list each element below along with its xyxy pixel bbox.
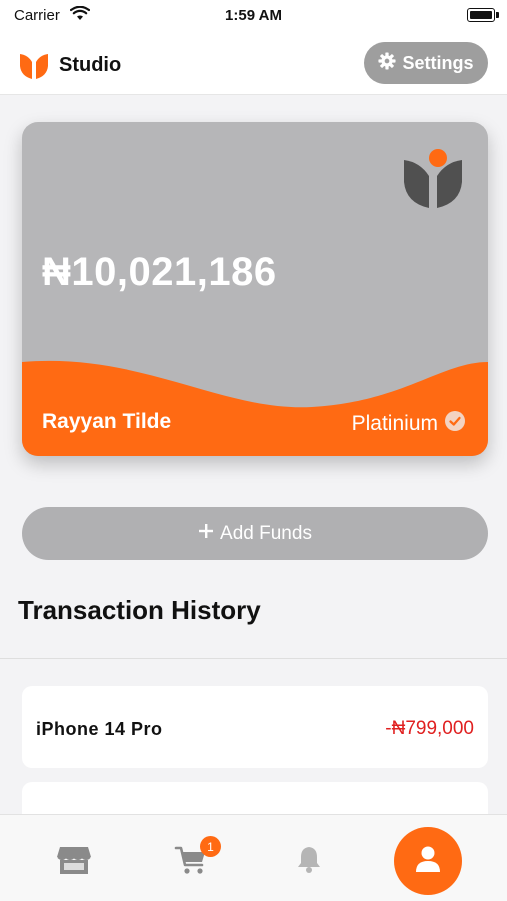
clock: 1:59 AM <box>225 7 282 24</box>
balance-amount: ₦10,021,186 <box>42 250 277 294</box>
transaction-row[interactable]: iPhone 14 Pro -₦799,000 <box>22 686 488 768</box>
tulip-logo-icon <box>18 50 50 85</box>
add-funds-button[interactable]: Add Funds <box>22 507 488 560</box>
battery-icon <box>467 8 499 22</box>
cart-badge: 1 <box>200 836 221 857</box>
tab-notifications[interactable] <box>275 815 345 901</box>
tulip-logo-icon <box>404 148 462 215</box>
transaction-amount: -₦799,000 <box>385 718 474 739</box>
settings-label: Settings <box>402 52 474 73</box>
status-bar: Carrier 1:59 AM <box>0 0 507 30</box>
plus-icon <box>198 523 214 545</box>
tab-profile[interactable] <box>394 827 462 895</box>
card-holder-name: Rayyan Tilde <box>42 410 172 433</box>
user-icon <box>415 845 441 878</box>
verified-check-icon <box>444 410 466 438</box>
tab-cart[interactable]: 1 <box>160 815 230 901</box>
divider <box>0 658 507 659</box>
tab-store[interactable] <box>40 815 110 901</box>
gear-icon <box>378 51 397 75</box>
app-header: Studio Settings <box>0 30 507 95</box>
transaction-name: iPhone 14 Pro <box>36 719 163 739</box>
card-tier: Platinium <box>352 410 466 438</box>
bell-icon <box>296 845 322 878</box>
app-title: Studio <box>59 54 122 76</box>
store-icon <box>56 845 92 880</box>
card-wave <box>22 360 488 456</box>
balance-card[interactable]: ₦10,021,186 Rayyan Tilde Platinium <box>22 122 488 456</box>
add-funds-label: Add Funds <box>220 522 312 544</box>
tier-label: Platinium <box>351 412 438 435</box>
transaction-history-title: Transaction History <box>18 595 261 625</box>
settings-button[interactable]: Settings <box>364 42 488 84</box>
tab-bar: 1 <box>0 814 507 901</box>
